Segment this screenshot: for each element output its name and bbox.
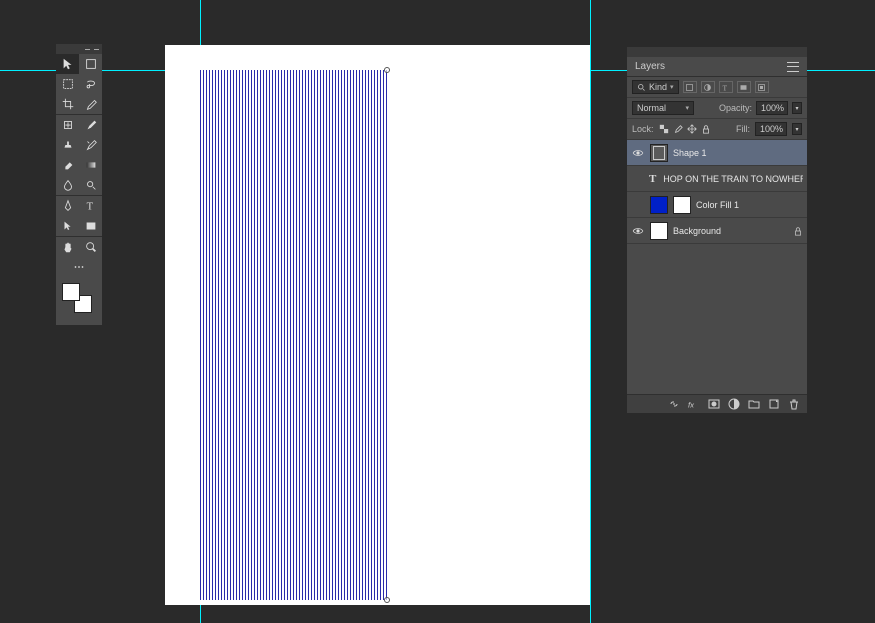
layer-name[interactable]: Background — [673, 226, 721, 236]
pen-tool[interactable] — [56, 196, 79, 216]
svg-text:fx: fx — [688, 400, 695, 409]
tools-grid: T — [56, 54, 102, 277]
layer-mask-thumbnail[interactable] — [673, 196, 691, 214]
layer-row[interactable]: T HOP ON THE TRAIN TO NOWHERE BABY — [627, 166, 807, 192]
marquee-tool[interactable] — [56, 74, 79, 94]
filter-shape-icon[interactable] — [737, 81, 751, 93]
visibility-toggle[interactable] — [631, 224, 645, 238]
svg-text:T: T — [723, 83, 728, 92]
layer-row[interactable]: Background — [627, 218, 807, 244]
lock-indicator-icon — [793, 226, 803, 236]
path-handle-bottom[interactable] — [384, 597, 390, 603]
layer-list-empty-area[interactable] — [627, 244, 807, 394]
layer-thumbnail[interactable] — [650, 144, 668, 162]
svg-text:T: T — [86, 202, 93, 213]
filter-kind-dropdown[interactable]: Kind ▾ — [632, 80, 679, 94]
clone-stamp-tool[interactable] — [56, 135, 79, 155]
opacity-dropdown-arrow[interactable]: ▾ — [792, 102, 802, 114]
lock-transparency-icon[interactable] — [659, 124, 670, 135]
tools-panel: T — [56, 44, 102, 325]
lock-label: Lock: — [632, 124, 654, 134]
color-swatches — [56, 279, 102, 319]
eyedropper-tool[interactable] — [79, 94, 102, 114]
filter-adjustment-icon[interactable] — [701, 81, 715, 93]
artboard-tool[interactable] — [79, 54, 102, 74]
blend-mode-dropdown[interactable]: Normal ▾ — [632, 101, 694, 115]
layer-fill-thumbnail[interactable] — [650, 196, 668, 214]
layer-filter-row: Kind ▾ T — [627, 77, 807, 98]
delete-layer-icon[interactable] — [787, 398, 801, 410]
panel-drag-bar[interactable] — [627, 47, 807, 57]
hand-tool[interactable] — [56, 237, 79, 257]
filter-pixel-icon[interactable] — [683, 81, 697, 93]
add-mask-icon[interactable] — [707, 398, 721, 410]
dodge-tool[interactable] — [79, 175, 102, 195]
opacity-input[interactable]: 100% — [756, 101, 788, 115]
fill-label: Fill: — [736, 124, 750, 134]
layers-panel-tab[interactable]: Layers — [627, 57, 807, 77]
eraser-tool[interactable] — [56, 155, 79, 175]
foreground-color-swatch[interactable] — [62, 283, 80, 301]
path-selection-tool[interactable] — [56, 216, 79, 236]
brush-tool[interactable] — [79, 115, 102, 135]
crop-tool[interactable] — [56, 94, 79, 114]
zoom-tool[interactable] — [79, 237, 102, 257]
tools-panel-header[interactable] — [56, 44, 102, 54]
type-layer-icon: T — [647, 172, 658, 186]
layers-panel-title: Layers — [635, 61, 665, 72]
rectangle-tool[interactable] — [79, 216, 102, 236]
fill-input[interactable]: 100% — [755, 122, 787, 136]
healing-brush-tool[interactable] — [56, 115, 79, 135]
layers-panel: Layers Kind ▾ T Normal ▾ Opacity: 100% ▾… — [627, 47, 807, 413]
lasso-tool[interactable] — [79, 74, 102, 94]
layers-panel-footer: fx — [627, 394, 807, 413]
type-tool[interactable]: T — [79, 196, 102, 216]
opacity-label: Opacity: — [719, 103, 752, 113]
lock-pixels-icon[interactable] — [673, 124, 684, 135]
layer-name[interactable]: Color Fill 1 — [696, 200, 739, 210]
guide-vertical-right — [590, 0, 591, 623]
layer-name[interactable]: HOP ON THE TRAIN TO NOWHERE BABY — [663, 174, 803, 184]
blend-mode-row: Normal ▾ Opacity: 100% ▾ — [627, 98, 807, 119]
visibility-toggle[interactable] — [631, 198, 645, 212]
adjustment-layer-icon[interactable] — [727, 398, 741, 410]
layer-thumbnail[interactable] — [650, 222, 668, 240]
layer-row[interactable]: Shape 1 — [627, 140, 807, 166]
path-handle-top[interactable] — [384, 67, 390, 73]
lock-position-icon[interactable] — [687, 124, 698, 135]
layer-list: Shape 1 T HOP ON THE TRAIN TO NOWHERE BA… — [627, 140, 807, 394]
move-tool[interactable] — [56, 54, 79, 74]
link-layers-icon[interactable] — [667, 398, 681, 410]
gradient-tool[interactable] — [79, 155, 102, 175]
lock-all-icon[interactable] — [701, 124, 712, 135]
document-canvas[interactable] — [165, 45, 590, 605]
history-brush-tool[interactable] — [79, 135, 102, 155]
filter-type-icon[interactable]: T — [719, 81, 733, 93]
visibility-toggle[interactable] — [631, 146, 645, 160]
shape-stripes[interactable] — [200, 70, 387, 600]
group-icon[interactable] — [747, 398, 761, 410]
visibility-toggle[interactable] — [631, 172, 642, 186]
filter-smart-icon[interactable] — [755, 81, 769, 93]
lock-row: Lock: Fill: 100% ▾ — [627, 119, 807, 140]
fill-dropdown-arrow[interactable]: ▾ — [792, 123, 802, 135]
panel-menu-icon[interactable] — [787, 62, 799, 72]
edit-toolbar[interactable] — [56, 257, 102, 277]
new-layer-icon[interactable] — [767, 398, 781, 410]
blur-tool[interactable] — [56, 175, 79, 195]
layer-row[interactable]: Color Fill 1 — [627, 192, 807, 218]
fx-icon[interactable]: fx — [687, 398, 701, 410]
layer-name[interactable]: Shape 1 — [673, 148, 707, 158]
